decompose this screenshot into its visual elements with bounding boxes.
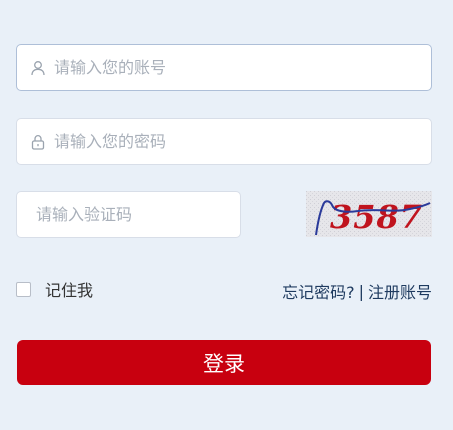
captcha-image[interactable]: 3587: [306, 191, 432, 237]
password-field[interactable]: [16, 118, 432, 165]
username-field[interactable]: [16, 44, 432, 91]
username-input[interactable]: [54, 45, 431, 90]
captcha-input[interactable]: [17, 192, 240, 237]
password-input[interactable]: [54, 119, 431, 164]
link-separator: |: [358, 281, 364, 301]
remember-me[interactable]: 记住我: [16, 277, 93, 301]
lock-icon: [30, 134, 46, 150]
login-button[interactable]: 登录: [17, 340, 431, 385]
captcha-text: 3587: [330, 198, 423, 236]
remember-me-label: 记住我: [45, 281, 94, 300]
account-links: 忘记密码? | 注册账号: [282, 279, 432, 303]
captcha-field[interactable]: [16, 191, 241, 238]
forgot-password-link[interactable]: 忘记密码?: [282, 279, 355, 303]
user-icon: [30, 60, 46, 76]
register-link[interactable]: 注册账号: [368, 279, 432, 303]
remember-me-checkbox[interactable]: [16, 281, 31, 297]
